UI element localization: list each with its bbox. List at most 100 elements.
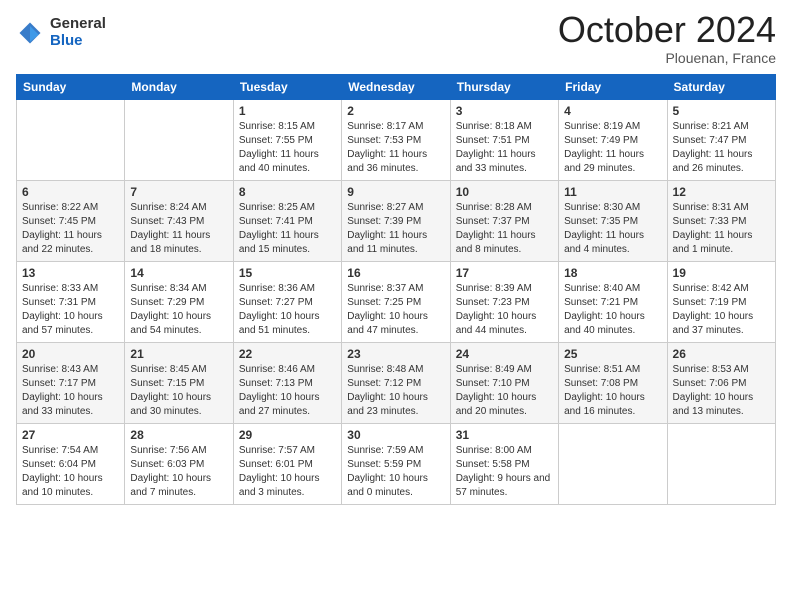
table-row: 21 Sunrise: 8:45 AM Sunset: 7:15 PM Dayli… (125, 342, 233, 423)
table-row: 17 Sunrise: 8:39 AM Sunset: 7:23 PM Dayli… (450, 261, 558, 342)
day-info: Sunrise: 8:17 AM Sunset: 7:53 PM Dayligh… (347, 120, 444, 176)
day-info: Sunrise: 8:34 AM Sunset: 7:29 PM Dayligh… (130, 282, 227, 338)
day-info: Sunrise: 8:30 AM Sunset: 7:35 PM Dayligh… (564, 201, 661, 257)
table-row: 9Sunrise: 8:27 AM Sunset: 7:39 PM Daylig… (342, 180, 450, 261)
day-info: Sunrise: 8:24 AM Sunset: 7:43 PM Dayligh… (130, 201, 227, 257)
day-info: Sunrise: 8:18 AM Sunset: 7:51 PM Dayligh… (456, 120, 553, 176)
day-number: 18 (564, 266, 661, 280)
day-number: 5 (673, 104, 770, 118)
col-wednesday: Wednesday (342, 74, 450, 99)
logo-icon (16, 19, 44, 47)
logo-blue-text: Blue (50, 33, 106, 50)
weekday-header-row: Sunday Monday Tuesday Wednesday Thursday… (17, 74, 776, 99)
table-row: 30 Sunrise: 7:59 AM Sunset: 5:59 PM Dayli… (342, 423, 450, 504)
week-row-5: 27Sunrise: 7:54 AM Sunset: 6:04 PM Dayli… (17, 423, 776, 504)
table-row: 24Sunrise: 8:49 AM Sunset: 7:10 PM Dayli… (450, 342, 558, 423)
table-row: 5Sunrise: 8:21 AM Sunset: 7:47 PM Daylig… (667, 99, 775, 180)
day-info: Sunrise: 8:39 AM Sunset: 7:23 PM Dayligh… (456, 282, 553, 338)
day-number: 9 (347, 185, 444, 199)
day-info: Sunrise: 8:00 AM Sunset: 5:58 PM Dayligh… (456, 444, 553, 500)
table-row: 14 Sunrise: 8:34 AM Sunset: 7:29 PM Dayli… (125, 261, 233, 342)
day-info: Sunrise: 8:53 AM Sunset: 7:06 PM Dayligh… (673, 363, 770, 419)
day-number: 13 (22, 266, 119, 280)
logo-text: General Blue (50, 16, 106, 49)
table-row: 23 Sunrise: 8:48 AM Sunset: 7:12 PM Dayli… (342, 342, 450, 423)
table-row: 10 Sunrise: 8:28 AM Sunset: 7:37 PM Dayli… (450, 180, 558, 261)
day-number: 19 (673, 266, 770, 280)
table-row: 25Sunrise: 8:51 AM Sunset: 7:08 PM Dayli… (559, 342, 667, 423)
table-row: 22 Sunrise: 8:46 AM Sunset: 7:13 PM Dayli… (233, 342, 341, 423)
day-number: 15 (239, 266, 336, 280)
day-info: Sunrise: 8:33 AM Sunset: 7:31 PM Dayligh… (22, 282, 119, 338)
day-info: Sunrise: 8:31 AM Sunset: 7:33 PM Dayligh… (673, 201, 770, 257)
day-number: 17 (456, 266, 553, 280)
day-number: 16 (347, 266, 444, 280)
table-row: 27Sunrise: 7:54 AM Sunset: 6:04 PM Dayli… (17, 423, 125, 504)
table-row: 6 Sunrise: 8:22 AM Sunset: 7:45 PM Daylig… (17, 180, 125, 261)
header: General Blue October 2024 Plouenan, Fran… (16, 10, 776, 66)
day-info: Sunrise: 8:22 AM Sunset: 7:45 PM Dayligh… (22, 201, 119, 257)
table-row: 31 Sunrise: 8:00 AM Sunset: 5:58 PM Dayli… (450, 423, 558, 504)
day-number: 26 (673, 347, 770, 361)
week-row-2: 6 Sunrise: 8:22 AM Sunset: 7:45 PM Daylig… (17, 180, 776, 261)
month-title: October 2024 (558, 10, 776, 50)
day-number: 30 (347, 428, 444, 442)
day-info: Sunrise: 8:28 AM Sunset: 7:37 PM Dayligh… (456, 201, 553, 257)
day-number: 23 (347, 347, 444, 361)
day-number: 12 (673, 185, 770, 199)
table-row: 11Sunrise: 8:30 AM Sunset: 7:35 PM Dayli… (559, 180, 667, 261)
col-friday: Friday (559, 74, 667, 99)
col-saturday: Saturday (667, 74, 775, 99)
day-number: 21 (130, 347, 227, 361)
day-number: 2 (347, 104, 444, 118)
table-row: 3Sunrise: 8:18 AM Sunset: 7:51 PM Daylig… (450, 99, 558, 180)
table-row: 8Sunrise: 8:25 AM Sunset: 7:41 PM Daylig… (233, 180, 341, 261)
day-info: Sunrise: 7:56 AM Sunset: 6:03 PM Dayligh… (130, 444, 227, 500)
table-row: 13 Sunrise: 8:33 AM Sunset: 7:31 PM Dayli… (17, 261, 125, 342)
table-row (125, 99, 233, 180)
day-number: 27 (22, 428, 119, 442)
day-info: Sunrise: 8:42 AM Sunset: 7:19 PM Dayligh… (673, 282, 770, 338)
title-block: October 2024 Plouenan, France (558, 10, 776, 66)
table-row: 7Sunrise: 8:24 AM Sunset: 7:43 PM Daylig… (125, 180, 233, 261)
day-number: 22 (239, 347, 336, 361)
day-number: 14 (130, 266, 227, 280)
day-number: 6 (22, 185, 119, 199)
table-row: 2 Sunrise: 8:17 AM Sunset: 7:53 PM Daylig… (342, 99, 450, 180)
day-info: Sunrise: 8:48 AM Sunset: 7:12 PM Dayligh… (347, 363, 444, 419)
col-thursday: Thursday (450, 74, 558, 99)
day-number: 1 (239, 104, 336, 118)
table-row: 12 Sunrise: 8:31 AM Sunset: 7:33 PM Dayli… (667, 180, 775, 261)
table-row: 26 Sunrise: 8:53 AM Sunset: 7:06 PM Dayli… (667, 342, 775, 423)
day-info: Sunrise: 8:51 AM Sunset: 7:08 PM Dayligh… (564, 363, 661, 419)
table-row: 19 Sunrise: 8:42 AM Sunset: 7:19 PM Dayli… (667, 261, 775, 342)
day-info: Sunrise: 8:43 AM Sunset: 7:17 PM Dayligh… (22, 363, 119, 419)
logo: General Blue (16, 16, 106, 49)
day-number: 31 (456, 428, 553, 442)
day-info: Sunrise: 8:37 AM Sunset: 7:25 PM Dayligh… (347, 282, 444, 338)
day-info: Sunrise: 8:46 AM Sunset: 7:13 PM Dayligh… (239, 363, 336, 419)
table-row (17, 99, 125, 180)
logo-general-text: General (50, 16, 106, 33)
page: General Blue October 2024 Plouenan, Fran… (0, 0, 792, 612)
day-info: Sunrise: 8:15 AM Sunset: 7:55 PM Dayligh… (239, 120, 336, 176)
day-number: 28 (130, 428, 227, 442)
day-info: Sunrise: 8:49 AM Sunset: 7:10 PM Dayligh… (456, 363, 553, 419)
day-number: 20 (22, 347, 119, 361)
day-info: Sunrise: 7:59 AM Sunset: 5:59 PM Dayligh… (347, 444, 444, 500)
table-row: 18 Sunrise: 8:40 AM Sunset: 7:21 PM Dayli… (559, 261, 667, 342)
day-info: Sunrise: 8:36 AM Sunset: 7:27 PM Dayligh… (239, 282, 336, 338)
day-number: 10 (456, 185, 553, 199)
table-row: 15 Sunrise: 8:36 AM Sunset: 7:27 PM Dayli… (233, 261, 341, 342)
calendar-table: Sunday Monday Tuesday Wednesday Thursday… (16, 74, 776, 505)
table-row: 29 Sunrise: 7:57 AM Sunset: 6:01 PM Dayli… (233, 423, 341, 504)
day-info: Sunrise: 8:45 AM Sunset: 7:15 PM Dayligh… (130, 363, 227, 419)
day-number: 29 (239, 428, 336, 442)
week-row-3: 13 Sunrise: 8:33 AM Sunset: 7:31 PM Dayli… (17, 261, 776, 342)
table-row: 16 Sunrise: 8:37 AM Sunset: 7:25 PM Dayli… (342, 261, 450, 342)
location-subtitle: Plouenan, France (558, 50, 776, 66)
day-info: Sunrise: 8:25 AM Sunset: 7:41 PM Dayligh… (239, 201, 336, 257)
day-info: Sunrise: 8:19 AM Sunset: 7:49 PM Dayligh… (564, 120, 661, 176)
day-info: Sunrise: 7:57 AM Sunset: 6:01 PM Dayligh… (239, 444, 336, 500)
day-info: Sunrise: 8:40 AM Sunset: 7:21 PM Dayligh… (564, 282, 661, 338)
